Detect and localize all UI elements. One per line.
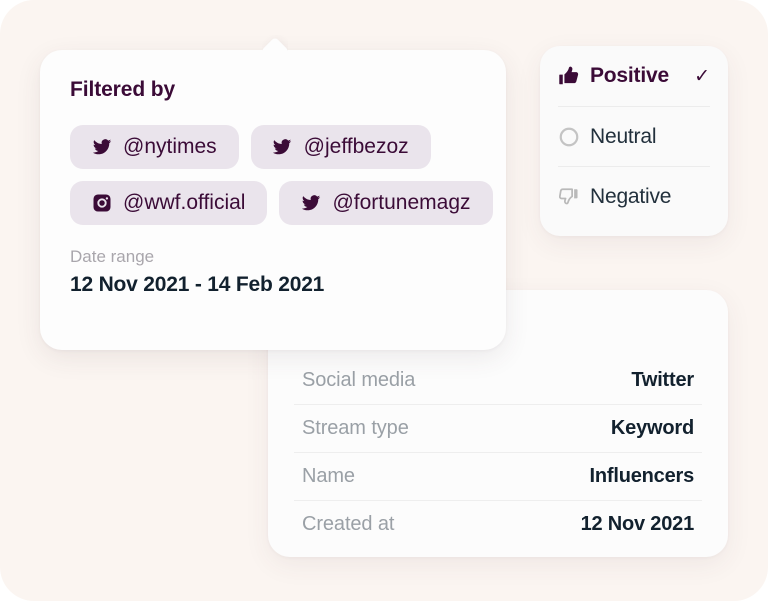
sentiment-option-positive[interactable]: Positive ✓ — [558, 46, 710, 106]
filter-chip-label: @fortunemagz — [332, 191, 471, 214]
filter-chip-label: @wwf.official — [123, 191, 246, 214]
date-range-value[interactable]: 12 Nov 2021 - 14 Feb 2021 — [70, 273, 476, 297]
filter-chip-row: @wwf.official @fortunemagz — [70, 181, 493, 225]
sentiment-label: Negative — [590, 184, 672, 208]
circle-icon — [558, 126, 580, 148]
detail-row-social-media: Social media Twitter — [294, 356, 702, 404]
detail-value: 12 Nov 2021 — [580, 513, 695, 535]
screenshot-root: Social media Twitter Stream type Keyword… — [0, 0, 768, 601]
twitter-icon — [272, 136, 293, 157]
detail-label: Name — [302, 465, 355, 487]
filtered-by-title: Filtered by — [70, 78, 176, 101]
app-frame: Social media Twitter Stream type Keyword… — [0, 0, 768, 601]
date-range-label: Date range — [70, 247, 155, 266]
detail-row-stream-type: Stream type Keyword — [294, 404, 702, 452]
twitter-icon — [91, 136, 112, 157]
filter-chip-label: @nytimes — [123, 135, 217, 158]
tooltip-pointer — [262, 35, 288, 51]
filtered-by-card: Filtered by @nytimes @jeffbezoz @wwf.off… — [40, 50, 506, 350]
filter-chip-wwf-official[interactable]: @wwf.official — [70, 181, 268, 225]
filter-chip-list: @nytimes @jeffbezoz @wwf.official @fortu… — [70, 125, 493, 225]
twitter-icon — [300, 192, 321, 213]
sentiment-option-negative[interactable]: Negative — [558, 166, 710, 226]
detail-row-name: Name Influencers — [294, 452, 702, 500]
filter-chip-label: @jeffbezoz — [303, 135, 409, 158]
detail-label: Created at — [302, 513, 395, 535]
date-range-block: Date range 12 Nov 2021 - 14 Feb 2021 — [70, 247, 476, 297]
detail-value: Twitter — [631, 368, 694, 391]
sentiment-option-neutral[interactable]: Neutral — [558, 106, 710, 166]
filter-chip-row: @nytimes @jeffbezoz — [70, 125, 476, 169]
detail-row-created-at: Created at 12 Nov 2021 — [294, 500, 702, 548]
thumbs-up-icon — [558, 65, 580, 87]
sentiment-label: Neutral — [590, 124, 657, 148]
detail-label: Stream type — [302, 417, 409, 439]
detail-value: Influencers — [589, 465, 695, 487]
detail-label: Social media — [302, 368, 416, 391]
sentiment-label: Positive — [590, 64, 669, 87]
thumbs-down-icon — [558, 186, 580, 208]
check-icon: ✓ — [694, 65, 710, 87]
sentiment-filter-card: Positive ✓ Neutral Negative — [540, 46, 728, 236]
filter-chip-nytimes[interactable]: @nytimes — [70, 125, 239, 169]
instagram-icon — [91, 192, 112, 213]
filter-chip-jeffbezoz[interactable]: @jeffbezoz — [250, 125, 431, 169]
detail-value: Keyword — [610, 417, 694, 439]
filter-chip-fortunemagz[interactable]: @fortunemagz — [279, 181, 493, 225]
